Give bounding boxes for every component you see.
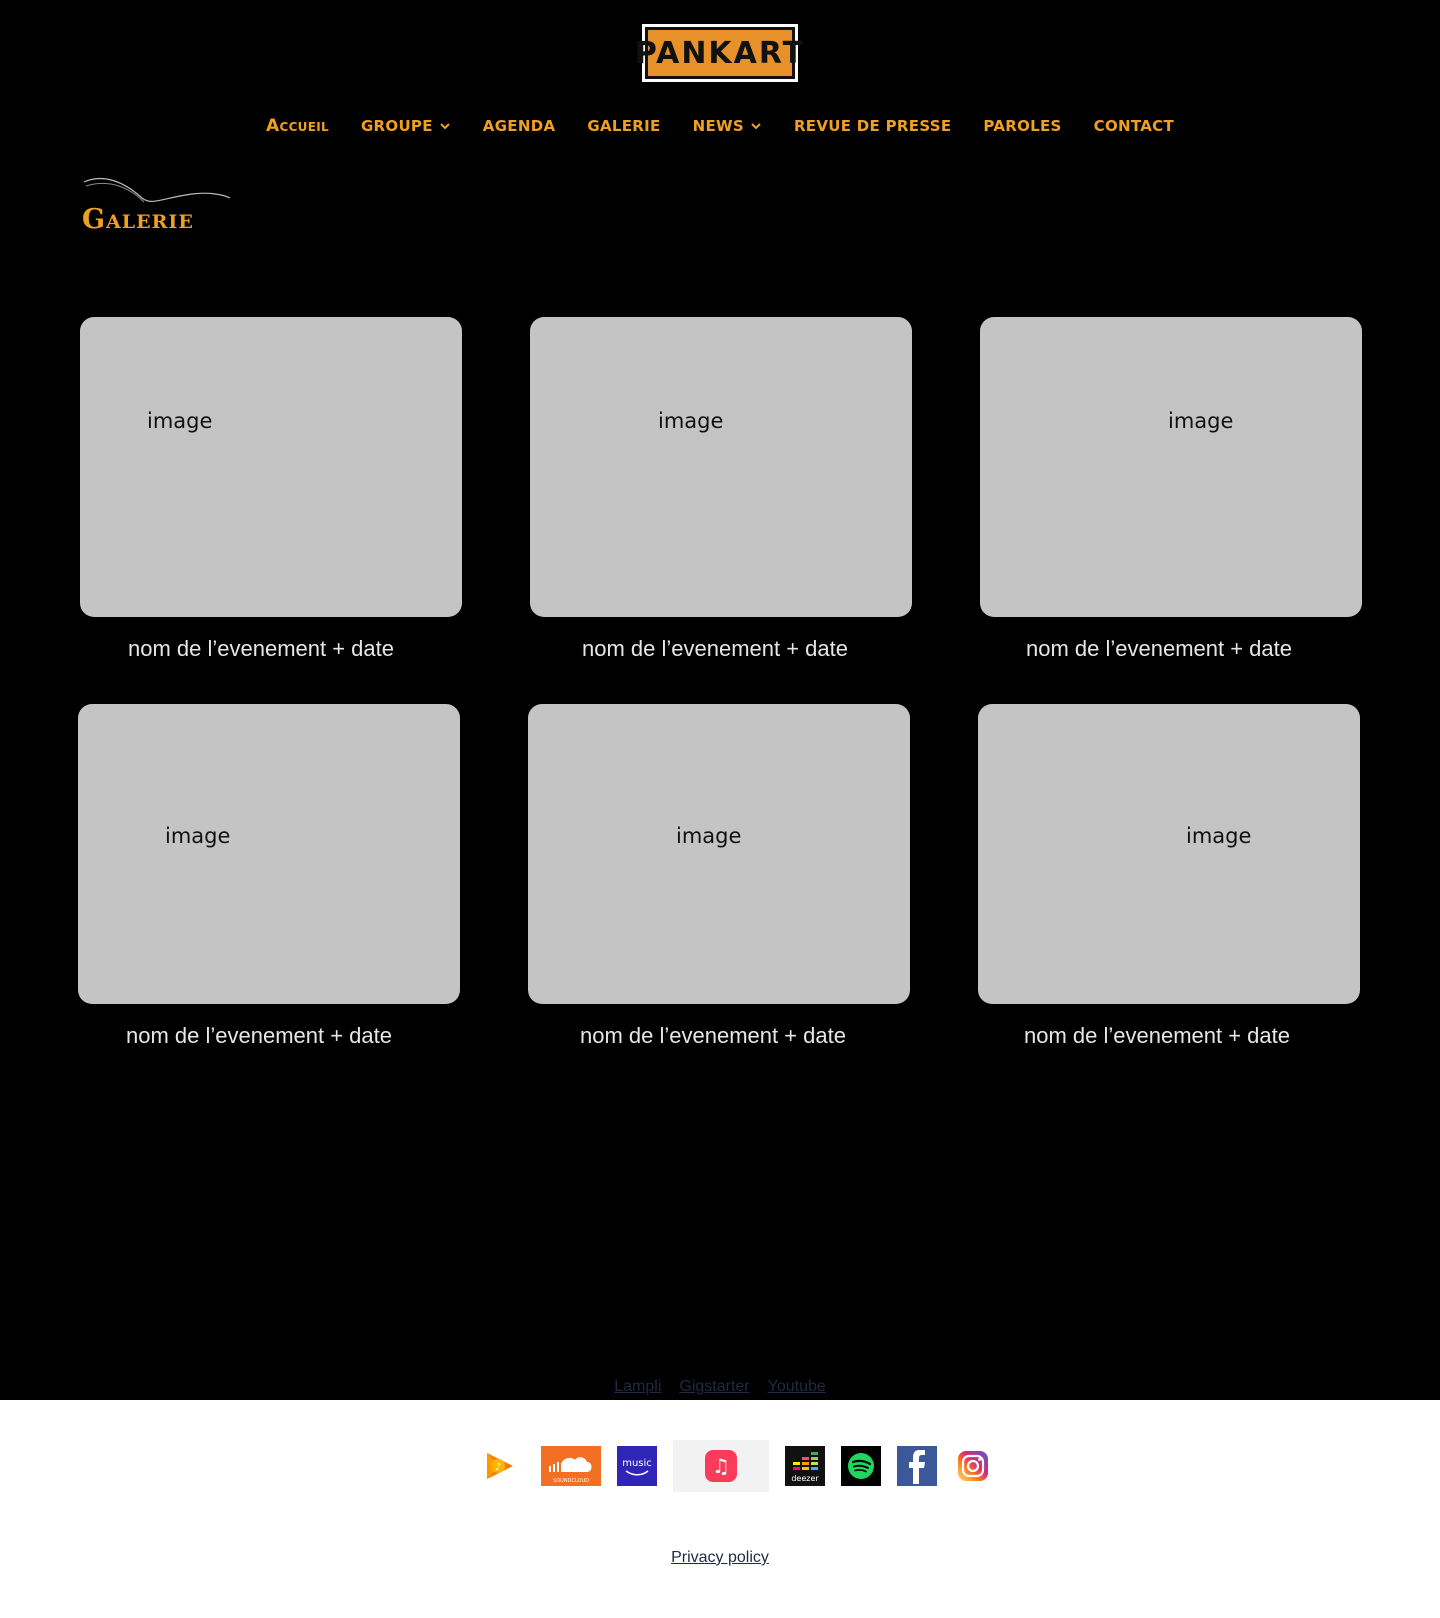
soundcloud-icon[interactable]: SOUNDCLOUD <box>541 1446 601 1486</box>
amazon-music-icon[interactable]: music <box>617 1446 657 1486</box>
privacy-wrap: Privacy policy <box>0 1549 1440 1567</box>
main-nav: Accueil GROUPE AGENDA GALERIE NEWS REVUE… <box>0 116 1440 136</box>
nav-label: AGENDA <box>482 117 556 135</box>
gallery-caption: nom de l’evenement + date <box>127 636 394 661</box>
image-placeholder-label: image <box>165 824 231 848</box>
gallery-card[interactable]: image <box>530 317 912 617</box>
footer-link-gigstarter[interactable]: Gigstarter <box>679 1378 749 1396</box>
apple-music-icon: ♫ <box>705 1450 737 1482</box>
footer-links: Lampli Gigstarter Youtube <box>0 1378 1440 1396</box>
deezer-text: deezer <box>791 1474 819 1483</box>
footer-link-lampli[interactable]: Lampli <box>614 1378 661 1396</box>
nav-label: GROUPE <box>360 117 433 135</box>
gallery-card[interactable]: image <box>80 317 462 617</box>
nav-label: NEWS <box>692 117 744 135</box>
facebook-icon[interactable] <box>897 1446 937 1486</box>
instagram-icon[interactable] <box>953 1446 993 1486</box>
apple-music-tile[interactable]: ♫ <box>673 1440 769 1492</box>
nav-item-galerie[interactable]: GALERIE <box>587 116 660 136</box>
footer-link-youtube[interactable]: Youtube <box>768 1378 826 1396</box>
nav-item-revue-de-presse[interactable]: REVUE DE PRESSE <box>794 116 951 136</box>
site-logo[interactable]: PANKART <box>635 24 803 82</box>
image-placeholder-label: image <box>1168 409 1234 433</box>
gallery-caption: nom de l’evenement + date <box>1023 1023 1290 1048</box>
image-placeholder-label: image <box>658 409 724 433</box>
gallery-caption: nom de l’evenement + date <box>1025 636 1292 661</box>
gallery-caption: nom de l’evenement + date <box>579 1023 846 1048</box>
image-placeholder-label: image <box>676 824 742 848</box>
nav-label: GALERIE <box>587 117 661 135</box>
gallery-caption: nom de l’evenement + date <box>125 1023 392 1048</box>
gallery-card[interactable]: image <box>78 704 460 1004</box>
deezer-icon[interactable]: deezer <box>785 1446 825 1486</box>
streaming-icons: ♪ SOUNDCLOUD music ♫ deezer <box>0 1440 1440 1492</box>
gallery-caption: nom de l’evenement + date <box>581 636 848 661</box>
footer-wave <box>0 1190 1440 1346</box>
nav-label: REVUE DE PRESSE <box>793 117 952 135</box>
spotify-icon[interactable] <box>841 1446 881 1486</box>
page-title: Galerie <box>82 204 194 235</box>
nav-label: CONTACT <box>1093 117 1174 135</box>
chevron-down-icon <box>440 123 450 130</box>
nav-label: PAROLES <box>983 117 1062 135</box>
nav-item-news[interactable]: NEWS <box>693 116 762 136</box>
logo-text: PANKART <box>635 27 803 79</box>
google-play-music-icon[interactable]: ♪ <box>482 1448 518 1484</box>
nav-item-contact[interactable]: CONTACT <box>1094 116 1174 136</box>
gallery-card[interactable]: image <box>980 317 1362 617</box>
gallery-card[interactable]: image <box>528 704 910 1004</box>
image-placeholder-label: image <box>1186 824 1252 848</box>
nav-item-agenda[interactable]: AGENDA <box>483 116 556 136</box>
nav-item-paroles[interactable]: PAROLES <box>983 116 1061 136</box>
privacy-policy-link[interactable]: Privacy policy <box>671 1549 769 1566</box>
svg-text:♪: ♪ <box>495 1462 501 1473</box>
nav-item-groupe[interactable]: GROUPE <box>361 116 451 136</box>
page-title-block: Galerie <box>82 176 242 240</box>
gallery-card[interactable]: image <box>978 704 1360 1004</box>
nav-label: Accueil <box>266 116 329 136</box>
image-placeholder-label: image <box>147 409 213 433</box>
chevron-down-icon <box>751 123 761 130</box>
amazon-music-text: music <box>622 1458 652 1469</box>
soundcloud-text: SOUNDCLOUD <box>553 1478 589 1484</box>
nav-item-accueil[interactable]: Accueil <box>266 116 329 136</box>
